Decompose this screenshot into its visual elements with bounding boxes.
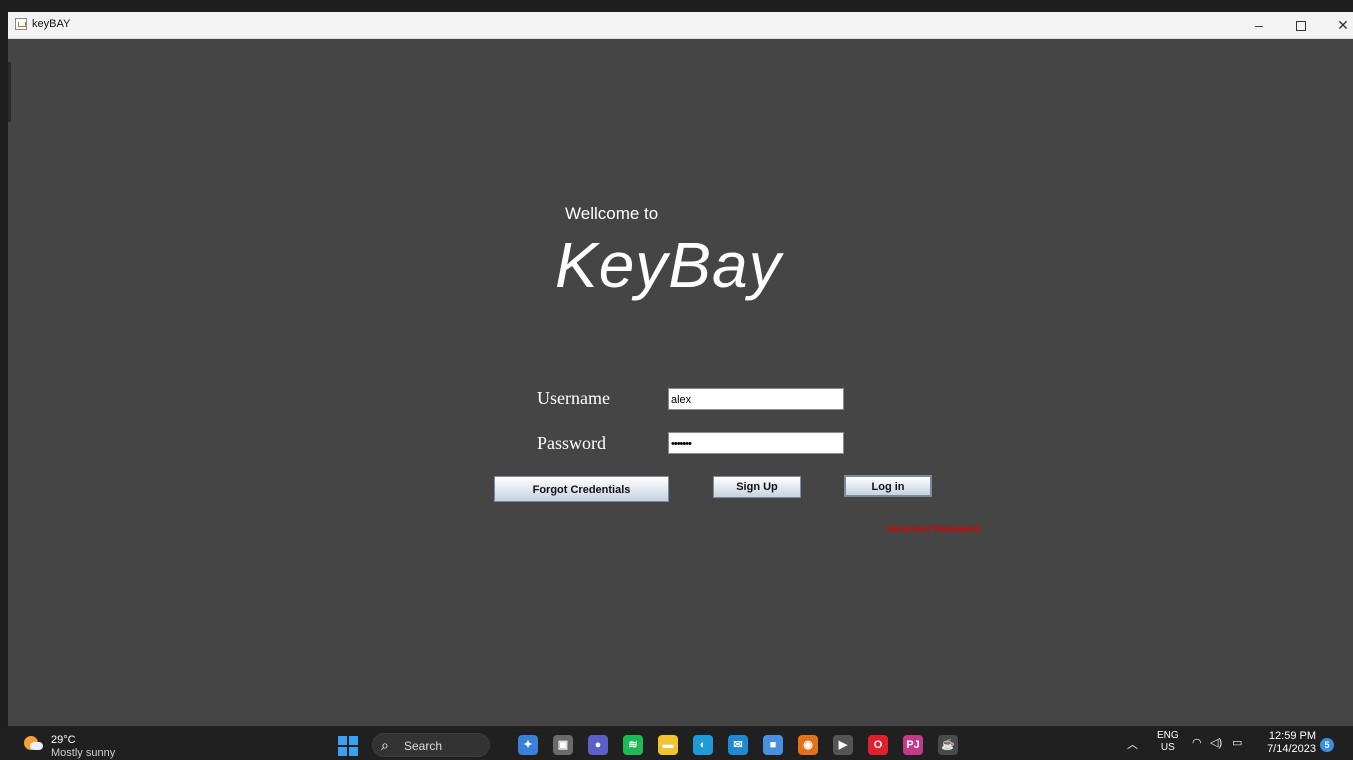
password-field[interactable]: ••••••• — [668, 432, 844, 454]
forgot-credentials-button[interactable]: Forgot Credentials — [494, 476, 669, 502]
search-icon: ⌕ — [381, 737, 389, 753]
store-icon[interactable]: ■ — [763, 735, 783, 755]
weather-condition[interactable]: Mostly sunny — [51, 747, 115, 759]
brand-title: KeyBay — [555, 229, 782, 301]
wifi-icon[interactable]: ◠ — [1192, 736, 1202, 749]
teams-chat-icon[interactable]: ● — [588, 735, 608, 755]
weather-temp[interactable]: 29°C — [51, 734, 76, 746]
volume-icon[interactable]: ◁) — [1210, 736, 1222, 749]
start-button[interactable] — [338, 736, 358, 756]
tray-expand-icon[interactable]: ︿ — [1127, 736, 1138, 752]
date-text: 7/14/2023 — [1267, 743, 1316, 755]
partly-sunny-icon[interactable] — [24, 736, 43, 750]
clock[interactable]: 12:59 PM 7/14/2023 — [1262, 730, 1316, 756]
error-message: Incorrect Password — [887, 524, 980, 535]
java-app-icon — [15, 18, 27, 30]
widgets-app-icon[interactable]: ✦ — [518, 735, 538, 755]
username-field[interactable]: alex — [668, 388, 844, 410]
app-window: keyBAY – ✕ — [8, 12, 1353, 726]
time-text: 12:59 PM — [1268, 730, 1316, 742]
welcome-text: Wellcome to — [565, 204, 659, 223]
search-label: Search — [404, 739, 443, 753]
notification-badge[interactable]: 5 — [1320, 738, 1334, 752]
maximize-button[interactable] — [1282, 12, 1320, 38]
spotify-icon[interactable]: ≋ — [623, 735, 643, 755]
language-indicator[interactable]: ENG US — [1157, 730, 1179, 754]
window-title: keyBAY — [32, 18, 71, 30]
task-view-icon[interactable]: ▣ — [553, 735, 573, 755]
mail-icon[interactable]: ✉ — [728, 735, 748, 755]
close-button[interactable]: ✕ — [1324, 12, 1353, 38]
taskbar: 29°C Mostly sunny ⌕ Search ✦ ▣ ● ≋ ▬ ◐ ✉ ■ ◉ ▶ O PJ… — [0, 726, 1353, 760]
jetbrains-icon[interactable]: PJ — [903, 735, 923, 755]
title-bar[interactable]: keyBAY – ✕ — [8, 12, 1353, 39]
region-code: US — [1160, 742, 1175, 753]
battery-icon[interactable]: ▭ — [1232, 736, 1242, 749]
media-player-icon[interactable]: ▶ — [833, 735, 853, 755]
lang-code: ENG — [1157, 730, 1179, 741]
username-label: Username — [537, 388, 610, 408]
edge-icon[interactable]: ◐ — [693, 735, 713, 755]
chrome-canary-icon[interactable]: ◉ — [798, 735, 818, 755]
log-in-button[interactable]: Log in — [844, 475, 932, 497]
taskbar-search[interactable]: ⌕ Search — [372, 733, 490, 757]
minimize-button[interactable]: – — [1240, 12, 1278, 38]
file-explorer-icon[interactable]: ▬ — [658, 735, 678, 755]
window-edge-marker — [8, 62, 11, 122]
sign-up-button[interactable]: Sign Up — [713, 476, 801, 498]
password-label: Password — [537, 433, 607, 453]
opera-icon[interactable]: O — [868, 735, 888, 755]
java-app-icon[interactable]: ☕ — [938, 735, 958, 755]
